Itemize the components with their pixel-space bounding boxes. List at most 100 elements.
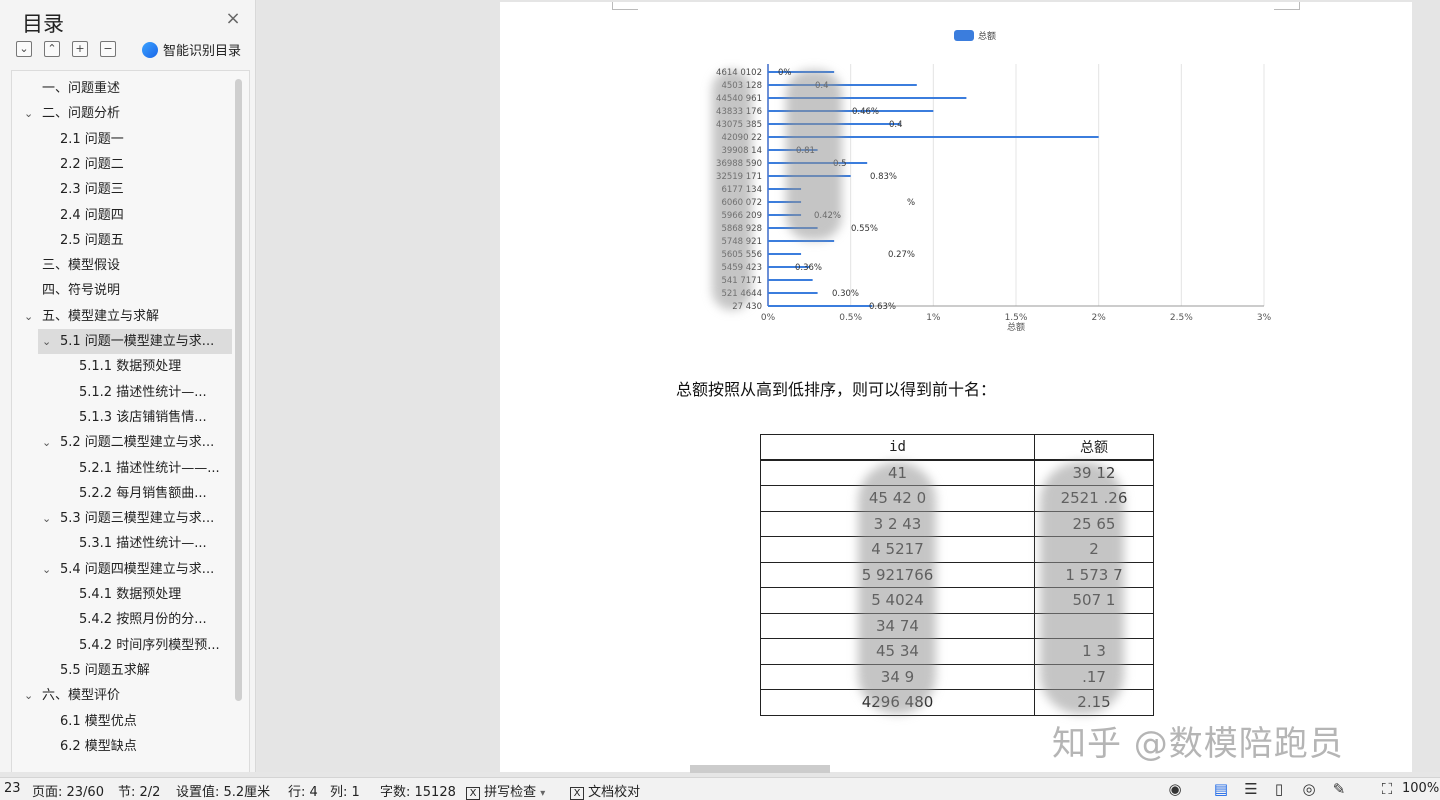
toc-item-label: 二、问题分析 xyxy=(42,106,121,122)
sidebar-title: 目录 xyxy=(22,12,64,36)
toc-item[interactable]: 四、符号说明 xyxy=(12,278,232,303)
toc-item[interactable]: 5.4.1 数据预处理 xyxy=(12,582,232,607)
toc-item[interactable]: 一、问题重述 xyxy=(12,76,232,101)
redaction-blur xyxy=(858,462,936,714)
chevron-down-icon[interactable]: ⌄ xyxy=(24,101,36,126)
toc-item-label: 5.4 问题四模型建立与求... xyxy=(60,561,215,577)
bar xyxy=(768,240,835,242)
chevron-down-icon[interactable]: ⌄ xyxy=(42,506,54,531)
ai-icon xyxy=(142,41,158,58)
toc-item-label: 5.5 问题五求解 xyxy=(60,662,150,678)
data-label: 0.46% xyxy=(852,107,879,117)
toc-item[interactable]: 5.4.2 时间序列模型预... xyxy=(12,633,232,658)
toc-item-label: 四、符号说明 xyxy=(42,283,121,299)
data-label: 0.27% xyxy=(888,250,915,260)
toc-item-label: 六、模型评价 xyxy=(42,688,121,704)
toc-item[interactable]: ⌄ 五、模型建立与求解 xyxy=(12,304,232,329)
setting-indicator[interactable]: 设置值: 5.2厘米 xyxy=(176,781,270,800)
toc-item-label: 5.2 问题二模型建立与求... xyxy=(60,435,215,451)
reading-view-icon[interactable]: ▯ xyxy=(1270,781,1288,797)
expand-all-button[interactable]: ⌄ xyxy=(16,41,32,57)
toc-item[interactable]: 2.4 问题四 xyxy=(12,203,232,228)
data-label: 0.30% xyxy=(832,289,859,299)
toc-item-label: 6.2 模型缺点 xyxy=(60,738,137,754)
toc-scrollbar[interactable] xyxy=(235,79,242,701)
toc-item[interactable]: 2.5 问题五 xyxy=(12,228,232,253)
bar-chart: 总额0%0.5%1%1.5%2%2.5%3%总额4614 01024503 12… xyxy=(680,24,1280,336)
toc-item-label: 5.2.2 每月销售额曲... xyxy=(79,485,207,501)
toc-item-label: 2.1 问题一 xyxy=(60,131,124,147)
toc-item[interactable]: 2.1 问题一 xyxy=(12,127,232,152)
collapse-all-button[interactable]: ⌃ xyxy=(44,41,60,57)
toc-item-label: 5.1.3 该店铺销售情... xyxy=(79,409,207,425)
toc-item-label: 5.4.1 数据预处理 xyxy=(79,587,182,602)
toc-item[interactable]: 5.3.1 描述性统计—... xyxy=(12,531,232,556)
web-view-icon[interactable]: ◎ xyxy=(1300,781,1318,797)
remove-heading-button[interactable]: − xyxy=(100,41,116,57)
toc-item-label: 2.5 问题五 xyxy=(60,232,124,248)
toc-item-label: 2.4 问题四 xyxy=(60,207,124,223)
spell-check-button[interactable]: X 拼写检查 ▾ xyxy=(466,781,545,800)
toc-item-label: 6.1 模型优点 xyxy=(60,713,137,729)
toc-item[interactable]: 5.1.2 描述性统计—... xyxy=(12,380,232,405)
data-label: 0.55% xyxy=(851,224,878,234)
chevron-down-icon: ▾ xyxy=(540,788,546,799)
toc-item[interactable]: 三、模型假设 xyxy=(12,253,232,278)
toc-item-label: 三、模型假设 xyxy=(42,258,121,274)
toc-item[interactable]: 5.5 问题五求解 xyxy=(12,658,232,683)
outline-view-icon[interactable]: ☰ xyxy=(1242,781,1260,797)
legend-label: 总额 xyxy=(978,30,996,42)
toc-item[interactable]: ⌄ 5.4 问题四模型建立与求... xyxy=(12,557,232,582)
add-heading-button[interactable]: + xyxy=(72,41,88,57)
zoom-level[interactable]: 100% xyxy=(1402,781,1439,796)
toc-item[interactable]: 2.3 问题三 xyxy=(12,177,232,202)
toc-item[interactable]: 5.1.3 该店铺销售情... xyxy=(12,405,232,430)
toc-item[interactable]: 2.2 问题二 xyxy=(12,152,232,177)
toc-item[interactable]: 6.1 模型优点 xyxy=(12,709,232,734)
smart-toc-button[interactable]: 智能识别目录 xyxy=(142,40,241,59)
eye-protection-icon[interactable]: ◉ xyxy=(1166,781,1184,797)
chevron-down-icon[interactable]: ⌄ xyxy=(42,329,54,354)
chevron-down-icon[interactable]: ⌄ xyxy=(42,430,54,455)
toc-item-label: 5.3.1 描述性统计—... xyxy=(79,536,207,552)
proofread-button[interactable]: X 文档校对 xyxy=(570,781,640,800)
toc-item[interactable]: 5.2.2 每月销售额曲... xyxy=(12,481,232,506)
toc-item[interactable]: ⌄ 5.3 问题三模型建立与求... xyxy=(12,506,232,531)
chevron-down-icon[interactable]: ⌄ xyxy=(42,557,54,582)
toc-item[interactable]: ⌄ 5.1 问题一模型建立与求... xyxy=(38,329,232,354)
row-indicator: 行: 4 xyxy=(288,785,318,800)
x-tick-label: 1.5% xyxy=(1005,313,1028,323)
toc-item[interactable]: ⌄ 六、模型评价 xyxy=(12,683,232,708)
toc-item-label: 2.3 问题三 xyxy=(60,182,124,198)
col-indicator: 列: 1 xyxy=(330,785,360,800)
status-bar: 23 页面: 23/60 节: 2/2 设置值: 5.2厘米 行: 4 列: 1… xyxy=(0,777,1440,800)
toc-item[interactable]: ⌄ 二、问题分析 xyxy=(12,101,232,126)
chart-svg: 总额0%0.5%1%1.5%2%2.5%3%总额4614 01024503 12… xyxy=(716,30,1272,333)
page-corner-mark-right xyxy=(1274,2,1300,10)
close-icon[interactable]: × xyxy=(224,10,242,28)
toc-item[interactable]: 5.4.2 按照月份的分... xyxy=(12,607,232,632)
data-label: 0.36% xyxy=(795,263,822,273)
pen-icon[interactable]: ✎ xyxy=(1330,781,1348,797)
page-view-icon[interactable]: ▤ xyxy=(1212,781,1230,797)
toc-item-label: 5.3 问题三模型建立与求... xyxy=(60,511,215,527)
x-tick-label: 2% xyxy=(1092,313,1107,323)
data-label: 0.83% xyxy=(870,172,897,182)
page-indicator[interactable]: 页面: 23/60 xyxy=(32,781,104,800)
table-header-row: id 总额 xyxy=(760,434,1154,461)
toc-toolbar: ⌄ ⌃ + − xyxy=(16,41,116,59)
toc-item[interactable]: 5.2.1 描述性统计——... xyxy=(12,456,232,481)
toc-item-label: 一、问题重述 xyxy=(42,81,121,96)
chevron-down-icon[interactable]: ⌄ xyxy=(24,683,36,708)
word-count[interactable]: 字数: 15128 xyxy=(380,781,456,800)
body-paragraph: 总额按照从高到低排序，则可以得到前十名： xyxy=(676,380,997,399)
watermark: 知乎 @数模陪跑员 xyxy=(1052,724,1344,764)
fit-page-icon[interactable]: ⛶ xyxy=(1378,781,1396,797)
toc-item[interactable]: ⌄ 5.2 问题二模型建立与求... xyxy=(12,430,232,455)
toc-item[interactable]: 6.2 模型缺点 xyxy=(12,734,232,759)
toc-item-label: 5.4.2 按照月份的分... xyxy=(79,612,207,628)
x-axis-label: 总额 xyxy=(1007,321,1025,333)
page-short: 23 xyxy=(4,781,21,796)
chevron-down-icon[interactable]: ⌄ xyxy=(24,304,36,329)
toc-item[interactable]: 5.1.1 数据预处理 xyxy=(12,354,232,379)
